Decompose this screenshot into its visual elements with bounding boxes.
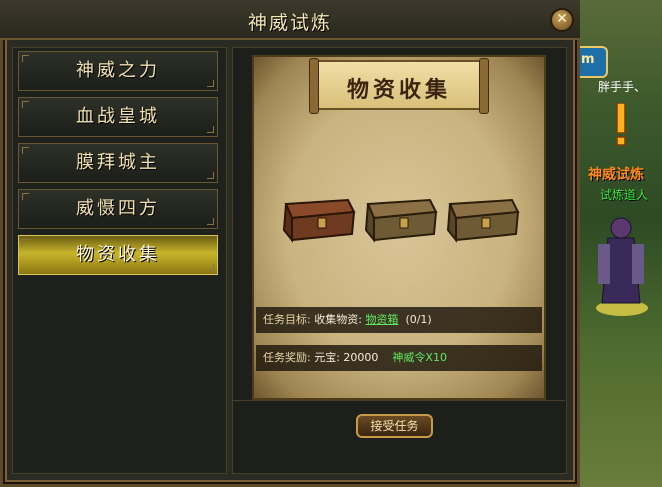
menu-item-label: 血战皇城 <box>76 106 160 127</box>
menu-item-label: 物资收集 <box>76 244 160 265</box>
menu-item-intimidate[interactable]: 威慑四方 <box>18 189 218 229</box>
objective-text: 收集物资: <box>314 313 362 326</box>
supply-chest-icon[interactable] <box>362 190 438 244</box>
menu-item-worship-lord[interactable]: 膜拜城主 <box>18 143 218 183</box>
reward-item: 神威令X10 <box>392 351 447 364</box>
npc-title[interactable]: 神威试炼 <box>588 164 644 184</box>
world-banner: m <box>580 46 608 78</box>
reward-label: 任务奖励: <box>263 351 311 364</box>
objective-item-link[interactable]: 物资箱 <box>365 313 398 326</box>
menu-item-label: 威慑四方 <box>76 198 160 219</box>
reward-text: 元宝: 20000 <box>314 351 379 364</box>
npc-subtitle: 试炼道人 <box>600 188 649 202</box>
objective-progress: (0/1) <box>405 313 432 326</box>
menu-item-label: 神威之力 <box>76 60 160 81</box>
close-icon: ✕ <box>556 11 568 27</box>
window-titlebar[interactable]: 神威试炼 <box>0 0 580 40</box>
menu-item-label: 膜拜城主 <box>76 152 160 173</box>
menu-item-supply-collection[interactable]: 物资收集 <box>18 235 218 275</box>
task-heading: 物资收集 <box>346 77 451 103</box>
menu-item-divine-power[interactable]: 神威之力 <box>18 51 218 91</box>
objective-label: 任务目标: <box>263 313 311 326</box>
close-button[interactable]: ✕ <box>550 8 574 32</box>
task-objective-row: 任务目标: 收集物资: 物资箱 (0/1) <box>256 307 542 333</box>
quest-exclamation-icon <box>616 103 626 146</box>
task-heading-scroll: 物资收集 <box>309 58 489 114</box>
window-title: 神威试炼 <box>247 12 332 34</box>
accept-task-button[interactable]: 接受任务 <box>356 414 433 438</box>
supply-chest-icon[interactable] <box>444 190 520 244</box>
player-name[interactable]: 胖手手、 <box>598 78 646 95</box>
supply-chest-icon[interactable] <box>280 190 356 244</box>
npc-character[interactable] <box>588 208 652 318</box>
task-reward-row: 任务奖励: 元宝: 20000 神威令X10 <box>256 345 542 371</box>
world-banner-text: m <box>581 52 595 67</box>
menu-item-imperial-battle[interactable]: 血战皇城 <box>18 97 218 137</box>
